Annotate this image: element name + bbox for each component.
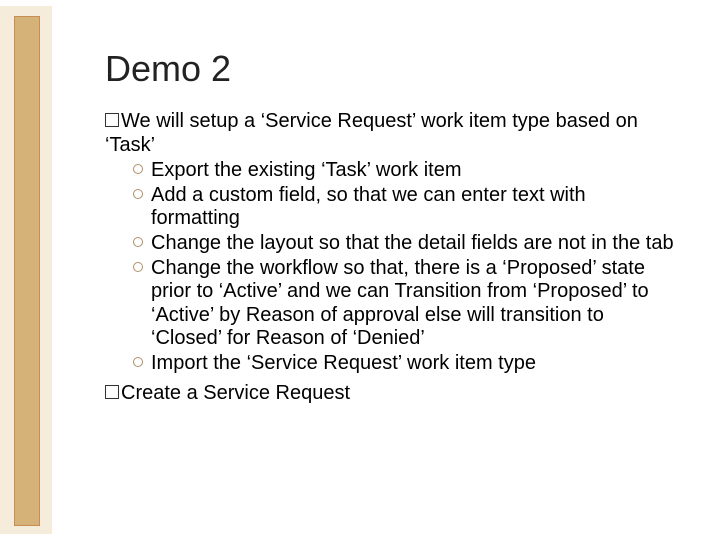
ring-bullet-icon xyxy=(133,357,143,367)
slide-body: We will setup a ‘Service Request’ work i… xyxy=(105,110,675,405)
sub-bullet-item: Change the workflow so that, there is a … xyxy=(133,257,675,351)
ring-bullet-icon xyxy=(133,237,143,247)
sub-bullet-list: Export the existing ‘Task’ work item Add… xyxy=(133,159,675,375)
slide-content: Demo 2 We will setup a ‘Service Request’… xyxy=(105,48,675,407)
ring-bullet-icon xyxy=(133,164,143,174)
slide-accent-strip xyxy=(14,16,40,526)
sub-bullet-text: Change the workflow so that, there is a … xyxy=(151,257,649,350)
sub-bullet-text: Export the existing ‘Task’ work item xyxy=(151,159,461,181)
sub-bullet-text: Import the ‘Service Request’ work item t… xyxy=(151,352,536,374)
ring-bullet-icon xyxy=(133,262,143,272)
bullet-item: We will setup a ‘Service Request’ work i… xyxy=(105,110,675,157)
bullet-text: Create a Service Request xyxy=(121,382,350,404)
sub-bullet-item: Add a custom field, so that we can enter… xyxy=(133,184,675,231)
sub-bullet-item: Import the ‘Service Request’ work item t… xyxy=(133,352,675,376)
square-bullet-icon xyxy=(105,385,119,399)
ring-bullet-icon xyxy=(133,189,143,199)
bullet-item: Create a Service Request xyxy=(105,382,675,406)
sub-bullet-text: Change the layout so that the detail fie… xyxy=(151,232,674,254)
sub-bullet-text: Add a custom field, so that we can enter… xyxy=(151,184,586,230)
bullet-text: We will setup a ‘Service Request’ work i… xyxy=(105,110,638,156)
square-bullet-icon xyxy=(105,113,119,127)
slide-title: Demo 2 xyxy=(105,48,675,90)
sub-bullet-item: Export the existing ‘Task’ work item xyxy=(133,159,675,183)
sub-bullet-item: Change the layout so that the detail fie… xyxy=(133,232,675,256)
